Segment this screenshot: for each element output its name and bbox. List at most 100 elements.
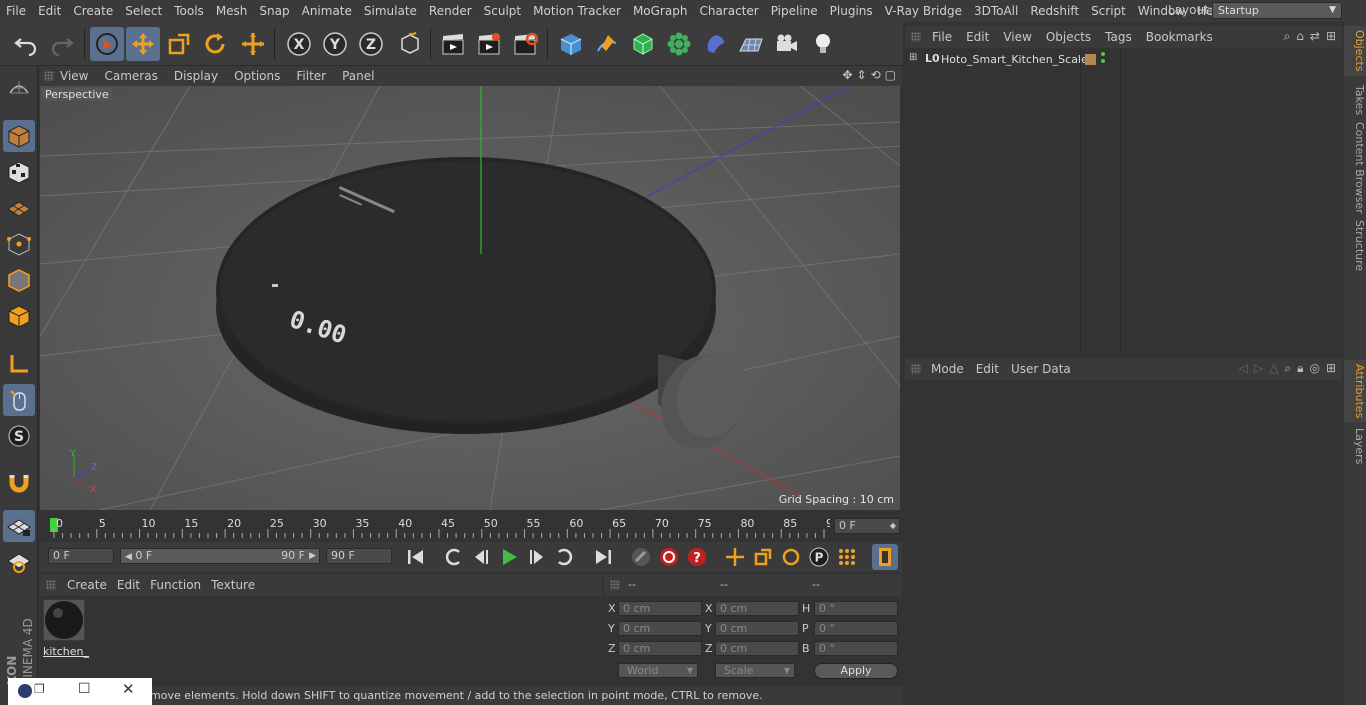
target-icon[interactable]: ◎	[1309, 361, 1319, 376]
menu-sculpt[interactable]: Sculpt	[478, 4, 527, 18]
new-panel-icon[interactable]: ⊞	[1326, 361, 1336, 376]
viewport-menu-panel[interactable]: Panel	[334, 69, 382, 83]
viewport-menu-view[interactable]: View	[52, 69, 96, 83]
expand-icon[interactable]: ⊞	[909, 52, 917, 63]
play-button[interactable]	[496, 544, 522, 570]
tweak-mode-button[interactable]	[3, 384, 35, 416]
up-arrow-icon[interactable]: △	[1269, 361, 1278, 376]
rotate-tool-button[interactable]	[198, 27, 232, 61]
menu-animate[interactable]: Animate	[296, 4, 358, 18]
maximize-icon[interactable]: ☐	[78, 681, 91, 697]
axis-mode-button[interactable]	[3, 348, 35, 380]
keyframe-selection-button[interactable]: ?	[684, 544, 710, 570]
auto-keying-button[interactable]	[656, 544, 682, 570]
rot-b-field[interactable]: 0 °	[814, 641, 898, 656]
coordinate-mode-select[interactable]: World ▼	[618, 663, 698, 678]
viewport-menu-options[interactable]: Options	[226, 69, 288, 83]
om-menu-view[interactable]: View	[996, 30, 1038, 44]
pen-spline-button[interactable]	[590, 27, 624, 61]
workplane-lock-button[interactable]	[3, 546, 35, 578]
menu-file[interactable]: File	[0, 4, 32, 18]
close-icon[interactable]: ✕	[122, 680, 135, 698]
new-panel-icon[interactable]: ⊞	[1326, 29, 1336, 44]
search-icon[interactable]: ⌕	[1284, 29, 1291, 44]
tab-structure[interactable]: Structure	[1344, 218, 1366, 274]
grid-lock-button[interactable]	[3, 510, 35, 542]
apply-button[interactable]: Apply	[814, 663, 898, 679]
next-frame-button[interactable]	[524, 544, 550, 570]
om-menu-objects[interactable]: Objects	[1039, 30, 1098, 44]
back-arrow-icon[interactable]: ◁	[1239, 361, 1248, 376]
timeline-layout-button[interactable]	[872, 544, 898, 570]
menu-mograph[interactable]: MoGraph	[627, 4, 694, 18]
key-scale-button[interactable]	[750, 544, 776, 570]
key-position-button[interactable]	[722, 544, 748, 570]
material-menu-texture[interactable]: Texture	[206, 578, 260, 592]
edges-mode-button[interactable]	[3, 264, 35, 296]
attr-menu-user-data[interactable]: User Data	[1005, 362, 1077, 376]
previous-key-button[interactable]	[440, 544, 466, 570]
material-menu-edit[interactable]: Edit	[112, 578, 145, 592]
attr-menu-mode[interactable]: Mode	[925, 362, 970, 376]
attr-menu-edit[interactable]: Edit	[970, 362, 1005, 376]
arrows-icon[interactable]: ⇄	[1310, 29, 1320, 44]
om-menu-edit[interactable]: Edit	[959, 30, 996, 44]
viewport-menu-filter[interactable]: Filter	[288, 69, 334, 83]
polygons-mode-button[interactable]	[3, 300, 35, 332]
size-x-field[interactable]: 0 cm	[715, 601, 799, 616]
menu-tools[interactable]: Tools	[168, 4, 210, 18]
texture-mode-button[interactable]	[3, 156, 35, 188]
record-keys-button[interactable]	[628, 544, 654, 570]
menu-plugins[interactable]: Plugins	[824, 4, 879, 18]
end-frame-field[interactable]: 90 F	[326, 548, 392, 564]
cloner-button[interactable]	[662, 27, 696, 61]
layout-select[interactable]: Startup ▼	[1212, 2, 1342, 19]
live-selection-button[interactable]	[90, 27, 124, 61]
go-to-end-button[interactable]	[590, 544, 616, 570]
cube-object-button[interactable]	[554, 27, 588, 61]
render-picture-viewer-button[interactable]	[472, 27, 506, 61]
menu-select[interactable]: Select	[119, 4, 168, 18]
frame-ruler[interactable]: 0 5 10 15 20 25 30 35 40 45 50 55 60 65 70 75 80 85 90	[50, 516, 840, 540]
menu-snap[interactable]: Snap	[253, 4, 295, 18]
pos-x-field[interactable]: 0 cm	[618, 601, 702, 616]
search-icon[interactable]: ⌕	[1284, 361, 1291, 376]
move-view-icon[interactable]: ✥	[842, 68, 852, 82]
rot-p-field[interactable]: 0 °	[814, 621, 898, 636]
redo-button[interactable]	[45, 27, 79, 61]
menu-motion-tracker[interactable]: Motion Tracker	[527, 4, 627, 18]
pos-z-field[interactable]: 0 cm	[618, 641, 702, 656]
key-parameter-button[interactable]: P	[806, 544, 832, 570]
model-mode-button[interactable]	[3, 120, 35, 152]
tab-takes[interactable]: Takes	[1344, 80, 1366, 120]
om-menu-bookmarks[interactable]: Bookmarks	[1139, 30, 1220, 44]
frame-range-slider[interactable]: ◀ 0 F 90 F ▶	[120, 548, 320, 564]
undo-button[interactable]	[9, 27, 43, 61]
magnet-button[interactable]	[3, 466, 35, 498]
size-y-field[interactable]: 0 cm	[715, 621, 799, 636]
size-mode-select[interactable]: Scale ▼	[715, 663, 795, 678]
material-menu-create[interactable]: Create	[62, 578, 112, 592]
material-item[interactable]: kitchen_	[42, 598, 89, 658]
layer-color-swatch[interactable]	[1085, 54, 1096, 65]
tab-objects[interactable]: Objects	[1344, 26, 1366, 76]
key-pla-button[interactable]	[834, 544, 860, 570]
scale-tool-button[interactable]	[162, 27, 196, 61]
timeline-ruler[interactable]: 0 5 10 15 20 25 30 35 40 45 50 55 60 65 70 75 80 85 90 0 F…	[40, 512, 902, 542]
z-axis-lock-button[interactable]: Z	[354, 27, 388, 61]
transform-tool-button[interactable]	[236, 27, 270, 61]
render-settings-button[interactable]	[508, 27, 542, 61]
deformer-button[interactable]	[698, 27, 732, 61]
tab-layers[interactable]: Layers	[1344, 426, 1366, 466]
restore-icon[interactable]: ❐	[34, 682, 45, 696]
x-axis-lock-button[interactable]: X	[282, 27, 316, 61]
object-name[interactable]: Hoto_Smart_Kitchen_Scale	[941, 53, 1088, 66]
object-row[interactable]: ⊞ L0 Hoto_Smart_Kitchen_Scale	[905, 52, 1342, 68]
menu-edit[interactable]: Edit	[32, 4, 67, 18]
menu-script[interactable]: Script	[1085, 4, 1132, 18]
menu-create[interactable]: Create	[67, 4, 119, 18]
material-menu-function[interactable]: Function	[145, 578, 206, 592]
coordinate-system-button[interactable]	[392, 27, 426, 61]
floor-button[interactable]	[734, 27, 768, 61]
camera-button[interactable]	[770, 27, 804, 61]
